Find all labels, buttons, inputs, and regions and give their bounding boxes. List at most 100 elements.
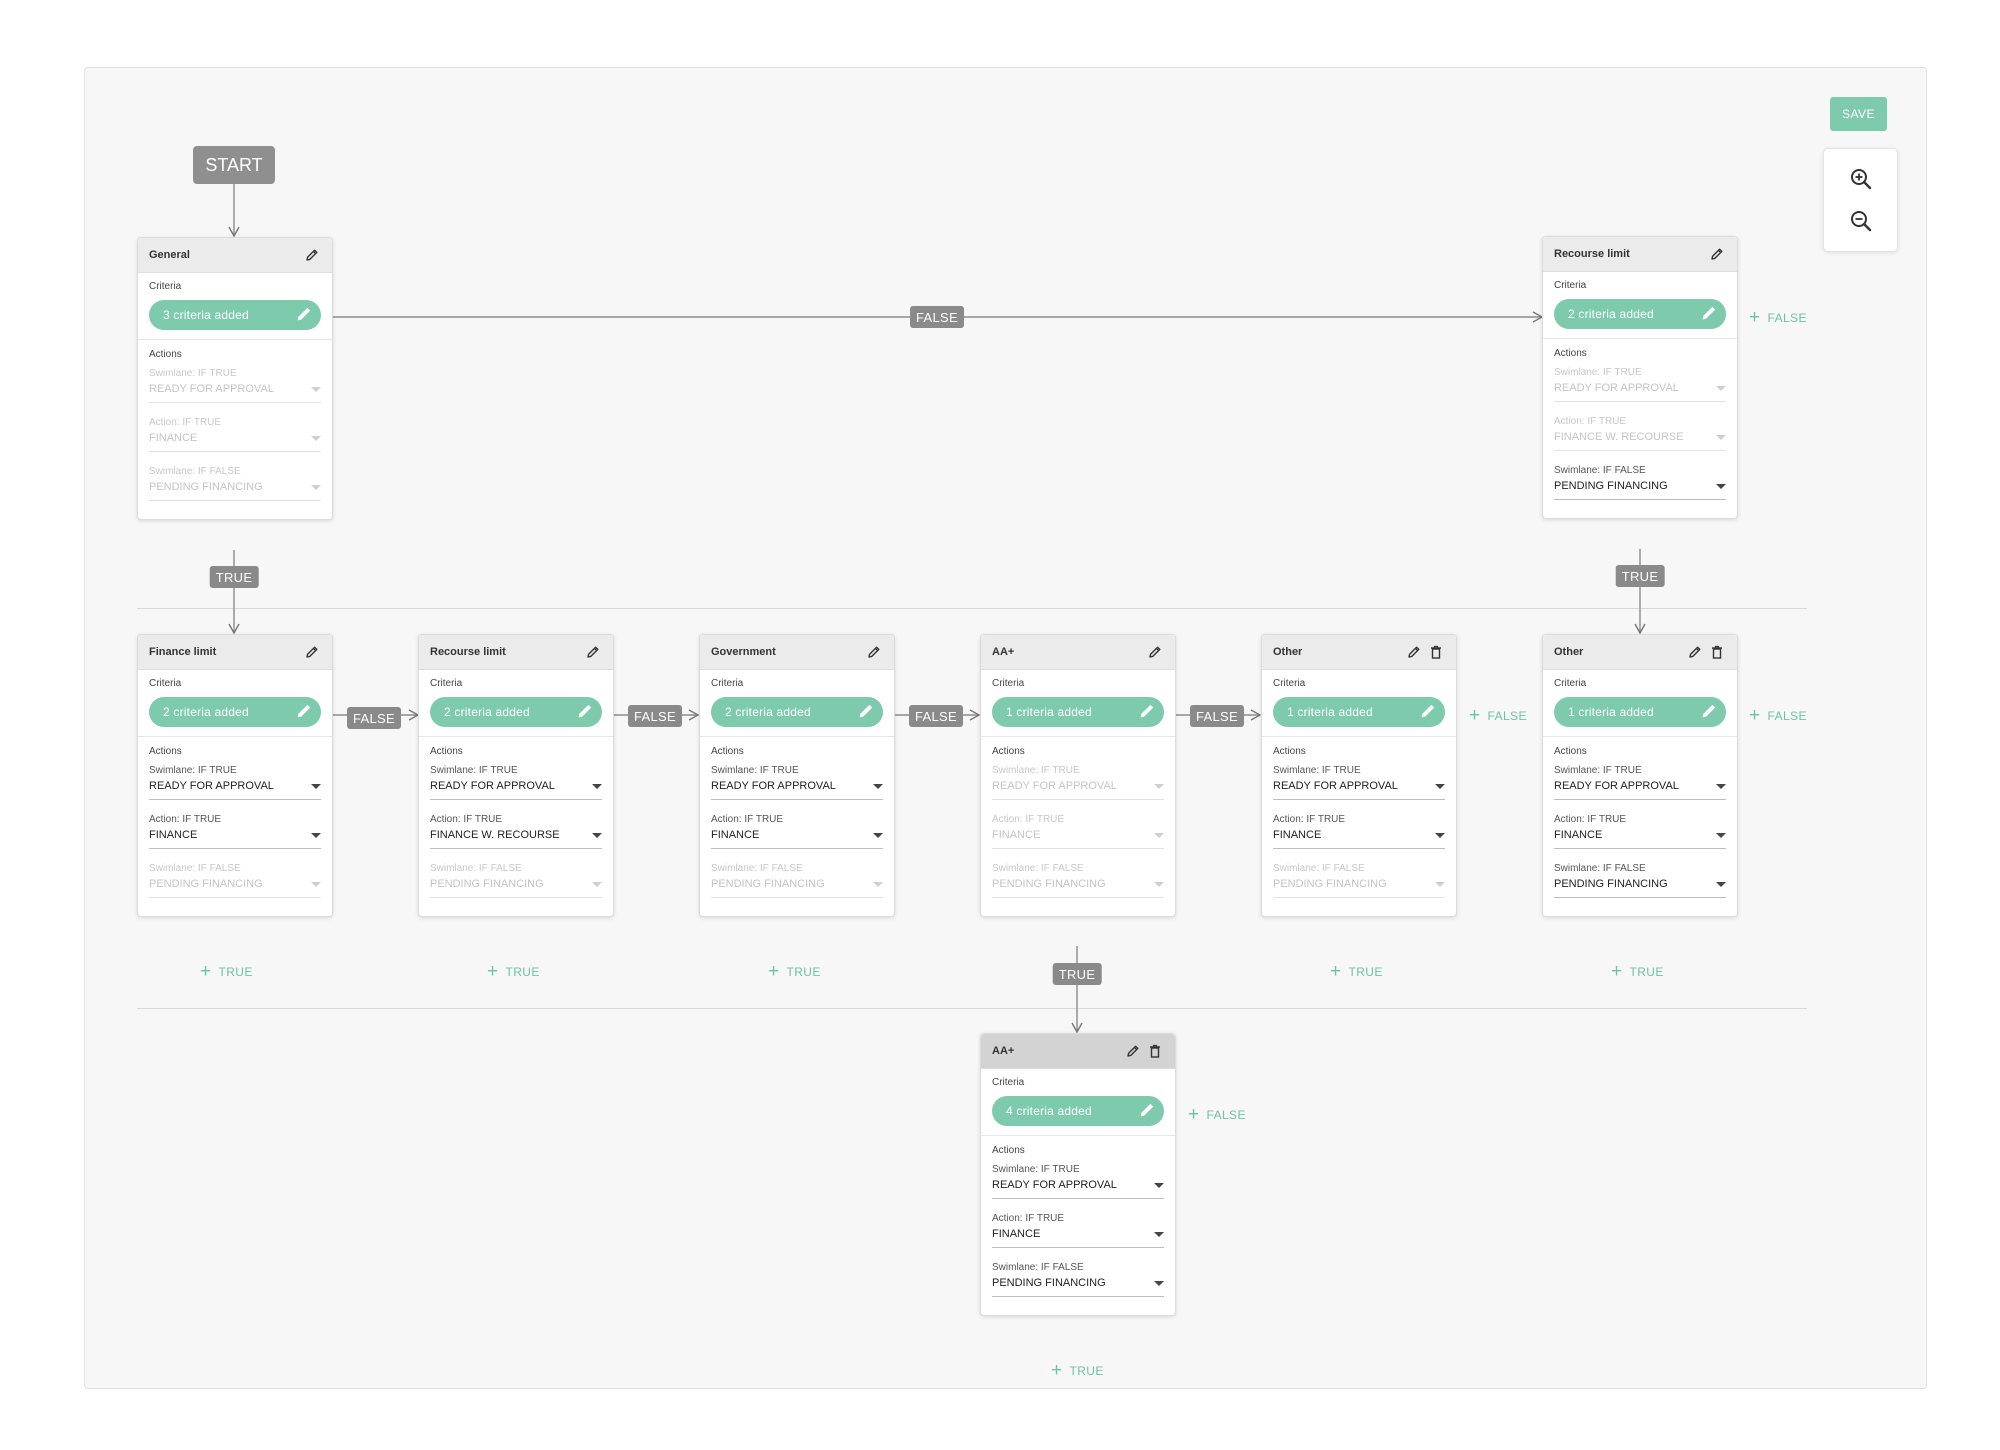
- plus-icon: +: [768, 961, 780, 982]
- criteria-pill[interactable]: 1 criteria added: [1554, 697, 1726, 727]
- rule-node-recourse-limit[interactable]: Recourse limit Criteria 2 criteria added…: [1542, 236, 1738, 519]
- swimlane-false-select[interactable]: PENDING FINANCING: [1554, 878, 1726, 898]
- pencil-icon[interactable]: [1708, 245, 1726, 263]
- action-true-field: Action: IF TRUE FINANCE: [149, 417, 321, 452]
- action-true-field: Action: IF TRUE FINANCE W. RECOURSE: [1554, 416, 1726, 451]
- rule-node-finance-limit[interactable]: Finance limit Criteria 2 criteria added …: [137, 634, 333, 917]
- actions-section: Actions Swimlane: IF TRUE READY FOR APPRO…: [700, 737, 894, 916]
- add-true-branch-button[interactable]: + TRUE: [1611, 962, 1664, 981]
- swimlane-true-select[interactable]: READY FOR APPROVAL: [430, 780, 602, 800]
- swimlane-true-select[interactable]: READY FOR APPROVAL: [149, 780, 321, 800]
- action-true-select[interactable]: FINANCE: [1273, 829, 1445, 849]
- swimlane-false-select[interactable]: PENDING FINANCING: [430, 878, 602, 898]
- criteria-pill[interactable]: 2 criteria added: [149, 697, 321, 727]
- rule-node-government[interactable]: Government Criteria 2 criteria added Act…: [699, 634, 895, 917]
- criteria-pill[interactable]: 2 criteria added: [430, 697, 602, 727]
- swimlane-false-select[interactable]: PENDING FINANCING: [1273, 878, 1445, 898]
- swimlane-true-select[interactable]: READY FOR APPROVAL: [149, 383, 321, 403]
- action-true-field: Action: IF TRUE FINANCE: [1273, 814, 1445, 849]
- criteria-pill[interactable]: 4 criteria added: [992, 1096, 1164, 1126]
- trash-icon[interactable]: [1708, 643, 1726, 661]
- action-true-select[interactable]: FINANCE: [149, 432, 321, 452]
- swimlane-true-select[interactable]: READY FOR APPROVAL: [992, 1179, 1164, 1199]
- criteria-pill[interactable]: 1 criteria added: [992, 697, 1164, 727]
- pencil-icon[interactable]: [865, 643, 883, 661]
- trash-icon[interactable]: [1427, 643, 1445, 661]
- pencil-icon[interactable]: [1405, 643, 1423, 661]
- action-true-select[interactable]: FINANCE W. RECOURSE: [1554, 431, 1726, 451]
- swimlane-false-field: Swimlane: IF FALSE PENDING FINANCING: [1554, 465, 1726, 500]
- criteria-section: Criteria 1 criteria added: [981, 670, 1175, 737]
- swimlane-false-select[interactable]: PENDING FINANCING: [992, 878, 1164, 898]
- criteria-pill[interactable]: 3 criteria added: [149, 300, 321, 330]
- swimlane-true-select[interactable]: READY FOR APPROVAL: [1554, 780, 1726, 800]
- action-true-field: Action: IF TRUE FINANCE: [711, 814, 883, 849]
- false-link-label: FALSE: [347, 707, 401, 729]
- swimlane-true-select[interactable]: READY FOR APPROVAL: [1554, 382, 1726, 402]
- add-true-branch-button[interactable]: + TRUE: [487, 962, 540, 981]
- action-true-select[interactable]: FINANCE: [1554, 829, 1726, 849]
- swimlane-true-select[interactable]: READY FOR APPROVAL: [992, 780, 1164, 800]
- add-true-branch-button[interactable]: + TRUE: [1330, 962, 1383, 981]
- caret-down-icon: [1154, 1280, 1164, 1286]
- add-false-branch-button[interactable]: + FALSE: [1469, 706, 1527, 725]
- pencil-icon: [295, 702, 313, 723]
- swimlane-true-select[interactable]: READY FOR APPROVAL: [1273, 780, 1445, 800]
- rule-node-other[interactable]: Other Criteria 1 criteria added Actions …: [1542, 634, 1738, 917]
- add-false-branch-button[interactable]: + FALSE: [1749, 706, 1807, 725]
- rule-node-other[interactable]: Other Criteria 1 criteria added Actions …: [1261, 634, 1457, 917]
- rule-node-general[interactable]: General Criteria 3 criteria added Action…: [137, 237, 333, 520]
- rule-node-aa-plus[interactable]: AA+ Criteria 1 criteria added Actions Sw…: [980, 634, 1176, 917]
- swimlane-true-select[interactable]: READY FOR APPROVAL: [711, 780, 883, 800]
- add-false-branch-button[interactable]: + FALSE: [1749, 308, 1807, 327]
- action-true-select[interactable]: FINANCE: [149, 829, 321, 849]
- caret-down-icon: [311, 435, 321, 441]
- zoom-out-icon[interactable]: [1846, 206, 1876, 236]
- pencil-icon[interactable]: [303, 246, 321, 264]
- criteria-pill[interactable]: 2 criteria added: [711, 697, 883, 727]
- caret-down-icon: [311, 881, 321, 887]
- pencil-icon[interactable]: [1124, 1042, 1142, 1060]
- pencil-icon[interactable]: [1146, 643, 1164, 661]
- trash-icon[interactable]: [1146, 1042, 1164, 1060]
- node-title: Other: [1554, 646, 1584, 658]
- actions-section: Actions Swimlane: IF TRUE READY FOR APPRO…: [1543, 339, 1737, 518]
- true-link-label: TRUE: [1052, 963, 1102, 985]
- pencil-icon[interactable]: [1686, 643, 1704, 661]
- action-true-select[interactable]: FINANCE: [992, 1228, 1164, 1248]
- pencil-icon[interactable]: [303, 643, 321, 661]
- swimlane-false-select[interactable]: PENDING FINANCING: [992, 1277, 1164, 1297]
- add-false-branch-button[interactable]: + FALSE: [1188, 1105, 1246, 1124]
- node-title: Government: [711, 646, 776, 658]
- criteria-pill[interactable]: 1 criteria added: [1273, 697, 1445, 727]
- caret-down-icon: [1435, 881, 1445, 887]
- action-true-select[interactable]: FINANCE: [992, 829, 1164, 849]
- add-true-branch-button[interactable]: + TRUE: [1051, 1361, 1104, 1380]
- criteria-section: Criteria 2 criteria added: [138, 670, 332, 737]
- swimlane-false-select[interactable]: PENDING FINANCING: [711, 878, 883, 898]
- pencil-icon[interactable]: [584, 643, 602, 661]
- swimlane-false-select[interactable]: PENDING FINANCING: [149, 878, 321, 898]
- rule-node-recourse-limit[interactable]: Recourse limit Criteria 2 criteria added…: [418, 634, 614, 917]
- add-true-branch-button[interactable]: + TRUE: [768, 962, 821, 981]
- caret-down-icon: [1154, 1182, 1164, 1188]
- pencil-icon: [1138, 1101, 1156, 1122]
- rule-node-aa-plus[interactable]: AA+ Criteria 4 criteria added Actions Sw…: [980, 1033, 1176, 1316]
- criteria-pill[interactable]: 2 criteria added: [1554, 299, 1726, 329]
- caret-down-icon: [1435, 783, 1445, 789]
- node-title: General: [149, 249, 190, 261]
- criteria-label: Criteria: [1554, 280, 1587, 291]
- actions-label: Actions: [992, 1145, 1025, 1156]
- zoom-in-icon[interactable]: [1846, 164, 1876, 194]
- action-true-select[interactable]: FINANCE: [711, 829, 883, 849]
- save-button[interactable]: SAVE: [1830, 97, 1887, 131]
- action-true-select[interactable]: FINANCE W. RECOURSE: [430, 829, 602, 849]
- caret-down-icon: [1716, 832, 1726, 838]
- plus-icon: +: [1051, 1360, 1063, 1381]
- criteria-section: Criteria 1 criteria added: [1262, 670, 1456, 737]
- swimlane-false-select[interactable]: PENDING FINANCING: [149, 481, 321, 501]
- add-true-branch-button[interactable]: + TRUE: [200, 962, 253, 981]
- swimlane-false-select[interactable]: PENDING FINANCING: [1554, 480, 1726, 500]
- node-header: Recourse limit: [419, 635, 613, 670]
- pencil-icon: [1138, 702, 1156, 723]
